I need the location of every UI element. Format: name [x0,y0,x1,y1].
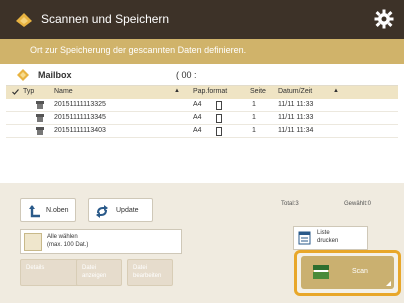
row-date: 11/11 11:33 [278,114,314,121]
total-count: Total:3 [281,201,299,207]
edit-file-button[interactable]: Datei bearbeiten [127,259,173,286]
scan-label: Scan [352,268,368,275]
table-empty-area [6,141,398,183]
sort-up-icon: ▲ [333,88,339,94]
row-format: A4 [193,127,202,134]
row-pages: 1 [252,114,256,121]
checkmark-icon [12,89,19,95]
document-icon [216,114,222,123]
mailbox-label: Mailbox [38,70,72,80]
show-file-label: Datei [82,265,97,271]
select-all-checkbox[interactable] [24,233,42,251]
gear-icon[interactable] [374,9,394,29]
info-message: Ort zur Speicherung der gescannten Daten… [30,45,247,55]
scanned-file-icon [36,127,44,135]
print-list-sublabel: drucken [317,238,339,244]
row-name: 20151111113345 [54,114,106,121]
select-all-label: Alle wählen [47,234,78,240]
title-bar: Scannen und Speichern [0,0,404,39]
update-button[interactable]: Update [88,198,153,222]
corner-indicator-icon [386,281,391,286]
edit-file-label: Datei [133,265,148,271]
mailbox-row[interactable]: Mailbox ( 00 : [6,64,398,86]
document-icon [216,101,222,110]
col-header-seite[interactable]: Seite [250,88,266,95]
col-header-datumzeit[interactable]: Datum/Zeit [278,88,312,95]
up-level-button[interactable]: N.oben [20,198,76,222]
show-file-sublabel: anzeigen [82,273,107,279]
scan-save-app-icon [16,13,32,27]
print-list-icon [298,231,311,245]
sort-up-icon: ▲ [174,88,180,94]
selected-count: Gewählt:0 [344,201,372,207]
update-label: Update [116,207,139,214]
table-row[interactable]: 20151111113345 A4 1 11/11 11:33 [6,112,398,125]
details-label: Details [26,265,45,271]
table-row[interactable]: 20151111113325 A4 1 11/11 11:33 [6,99,398,112]
scan-button[interactable]: Scan [301,256,394,289]
row-date: 11/11 11:33 [278,101,314,108]
details-button[interactable]: Details [20,259,80,286]
edit-file-sublabel: bearbeiten [133,273,162,279]
row-name: 20151111113325 [54,101,106,108]
arrow-up-left-icon [29,205,40,218]
mailbox-number: ( 00 : [176,70,197,80]
document-icon [216,127,222,136]
select-all-sublabel: (max. 100 Dat.) [47,242,89,248]
col-header-typ[interactable]: Typ [23,88,34,95]
scanned-file-icon [36,101,44,109]
select-all-button[interactable]: Alle wählen (max. 100 Dat.) [20,229,182,254]
file-table: Typ Name ▲ Pap.format Seite Datum/Zeit ▲… [6,86,398,138]
row-format: A4 [193,114,202,121]
info-bar: Ort zur Speicherung der gescannten Daten… [0,39,404,64]
row-pages: 1 [252,127,256,134]
row-date: 11/11 11:34 [278,127,314,134]
print-list-label: Liste [317,230,330,236]
scanned-file-icon [36,114,44,122]
table-header: Typ Name ▲ Pap.format Seite Datum/Zeit ▲ [6,86,398,99]
table-row[interactable]: 20151111113403 A4 1 11/11 11:34 [6,125,398,138]
row-format: A4 [193,101,202,108]
refresh-icon [96,205,108,218]
row-pages: 1 [252,101,256,108]
scanner-icon [313,265,329,279]
col-header-name[interactable]: Name [54,88,73,95]
print-list-button[interactable]: Liste drucken [293,226,368,250]
col-header-papformat[interactable]: Pap.format [193,88,227,95]
page-title: Scannen und Speichern [41,12,170,26]
show-file-button[interactable]: Datei anzeigen [76,259,122,286]
row-name: 20151111113403 [54,127,106,134]
up-level-label: N.oben [46,207,69,214]
mailbox-icon [17,69,29,81]
